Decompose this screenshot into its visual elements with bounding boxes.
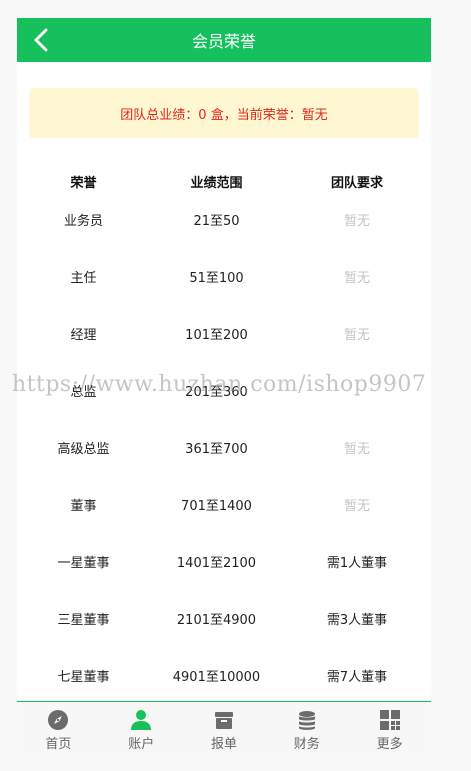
tab-label: 财务 — [293, 737, 320, 752]
coins-icon — [298, 711, 315, 730]
table-row: 一星董事 1401至2100 需1人董事 — [17, 550, 431, 572]
requirement-cell: 暂无 — [343, 213, 370, 229]
requirement-cell: 暂无 — [343, 270, 370, 286]
tab-label: 账户 — [128, 737, 155, 752]
range-cell: 361至700 — [185, 441, 248, 457]
requirement-cell: 需7人董事 — [326, 669, 388, 685]
table-row: 高级总监 361至700 暂无 — [17, 436, 431, 458]
tab-home[interactable]: 首页 — [17, 702, 100, 754]
user-icon — [131, 710, 152, 730]
compass-icon — [48, 710, 69, 730]
honor-cell: 业务员 — [63, 213, 103, 229]
requirement-cell: 需1人董事 — [326, 555, 388, 571]
range-cell: 2101至4900 — [176, 612, 257, 628]
column-header-range: 业绩范围 — [190, 175, 243, 191]
range-cell: 201至360 — [185, 384, 248, 400]
tab-account[interactable]: 账户 — [100, 702, 183, 754]
honor-cell: 总监 — [70, 384, 97, 400]
table-row: 董事 701至1400 暂无 — [17, 493, 431, 515]
requirement-cell: 暂无 — [343, 441, 370, 457]
honor-cell: 一星董事 — [57, 555, 110, 571]
requirement-cell: 需3人董事 — [326, 612, 388, 628]
performance-notice: 团队总业绩：0 盒，当前荣誉：暂无 — [29, 88, 419, 138]
table-row: 经理 101至200 暂无 — [17, 322, 431, 344]
requirement-cell: 暂无 — [343, 327, 370, 343]
range-cell: 1401至2100 — [176, 555, 257, 571]
top-bar: 会员荣誉 — [17, 18, 431, 62]
range-cell: 21至50 — [193, 213, 240, 229]
box-icon — [214, 712, 233, 729]
table-row: 三星董事 2101至4900 需3人董事 — [17, 607, 431, 629]
tab-order[interactable]: 报单 — [183, 702, 266, 754]
honor-cell: 三星董事 — [57, 612, 110, 628]
range-cell: 101至200 — [185, 327, 248, 343]
table-row: 七星董事 4901至10000 需7人董事 — [17, 664, 431, 686]
range-cell: 701至1400 — [181, 498, 252, 514]
table-row: 业务员 21至50 暂无 — [17, 208, 431, 230]
honor-cell: 七星董事 — [57, 669, 110, 685]
chevron-left-icon — [34, 28, 48, 52]
tab-more[interactable]: 更多 — [348, 702, 431, 754]
tab-label: 首页 — [45, 737, 72, 752]
table-row: 总监 201至360 — [17, 379, 431, 401]
table-header: 荣誉 业绩范围 团队要求 — [17, 170, 431, 192]
page-title: 会员荣誉 — [191, 32, 256, 51]
tab-finance[interactable]: 财务 — [265, 702, 348, 754]
grid-icon — [379, 710, 400, 730]
tab-label: 更多 — [376, 737, 403, 752]
back-button[interactable] — [27, 26, 55, 54]
honor-cell: 主任 — [70, 270, 97, 286]
honor-cell: 经理 — [70, 327, 97, 343]
app-screen: 会员荣誉 团队总业绩：0 盒，当前荣誉：暂无 荣誉 业绩范围 团队要求 业务员 … — [17, 18, 431, 754]
tab-label: 报单 — [210, 737, 237, 752]
range-cell: 51至100 — [189, 270, 244, 286]
bottom-tab-bar: 首页 账户 报单 财务 更多 — [17, 701, 431, 754]
table-row: 主任 51至100 暂无 — [17, 265, 431, 287]
honor-cell: 高级总监 — [57, 441, 110, 457]
requirement-cell: 暂无 — [343, 498, 370, 514]
honor-cell: 董事 — [70, 498, 97, 514]
column-header-honor: 荣誉 — [70, 175, 97, 191]
range-cell: 4901至10000 — [172, 669, 261, 685]
column-header-requirement: 团队要求 — [330, 175, 383, 191]
